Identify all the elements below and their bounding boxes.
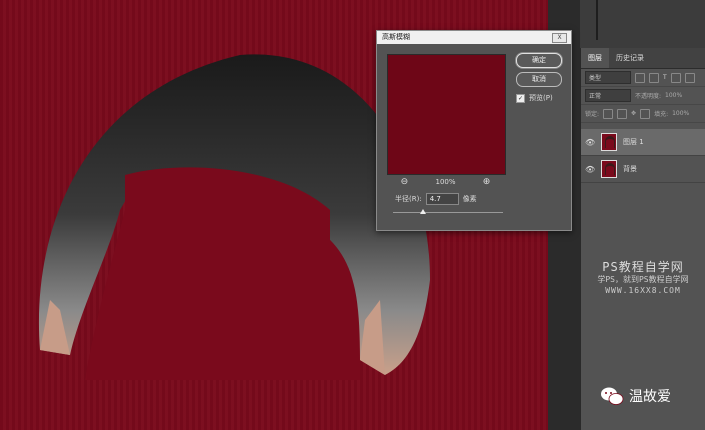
lock-label: 锁定: (585, 111, 600, 118)
layers-panel: 图层 历史记录 类型 T 正常 不透明度: 100% 锁定: ✥ 填充: 100… (580, 48, 705, 430)
adjust-filter-icon[interactable] (649, 72, 659, 83)
tab-layers[interactable]: 图层 (581, 48, 609, 68)
radius-input[interactable]: 4.7 (425, 193, 459, 205)
pixel-filter-icon[interactable] (635, 72, 645, 83)
smart-filter-icon[interactable] (684, 72, 695, 83)
panel-tabs: 图层 历史记录 (581, 48, 705, 69)
wechat-icon (601, 387, 624, 405)
slider-thumb[interactable] (419, 209, 426, 214)
close-button[interactable]: X (552, 33, 567, 43)
cancel-button[interactable]: 取消 (516, 72, 562, 87)
lock-all-icon[interactable] (640, 108, 651, 119)
lock-move-icon[interactable]: ✥ (631, 110, 636, 117)
watermark-url: WWW.16XX8.COM (605, 286, 681, 295)
fill-value[interactable]: 100% (672, 110, 689, 117)
radius-label: 半径(R): (395, 195, 422, 203)
zoom-in-icon[interactable]: ⊕ (483, 177, 491, 187)
zoom-row: ⊖ 100% ⊕ (387, 177, 504, 187)
wechat-badge: 温故爱 (600, 386, 671, 406)
ok-button[interactable]: 确定 (516, 53, 562, 68)
blend-mode-select[interactable]: 正常 (585, 89, 631, 102)
filter-row: 类型 T (581, 69, 705, 87)
divider (596, 0, 598, 40)
layer-thumbnail (601, 133, 617, 151)
dialog-title-text: 高斯模糊 (382, 33, 410, 41)
layer-name: 图层 1 (623, 138, 644, 146)
preview-checkbox[interactable]: ✓ (516, 93, 525, 103)
tab-history[interactable]: 历史记录 (609, 48, 651, 68)
radius-slider[interactable] (393, 209, 503, 214)
opacity-value[interactable]: 100% (665, 92, 682, 99)
zoom-out-icon[interactable]: ⊖ (401, 177, 409, 187)
watermark-title: PS教程自学网 (602, 260, 684, 274)
blend-row: 正常 不透明度: 100% (581, 87, 705, 105)
radius-row: 半径(R): 4.7 像素 (395, 193, 477, 205)
preview-area[interactable] (387, 54, 506, 175)
layer-row-background[interactable]: 👁 背景 (581, 156, 705, 183)
lock-pixels-icon[interactable] (603, 108, 614, 119)
layer-thumbnail (601, 160, 617, 178)
layer-row-1[interactable]: 👁 图层 1 (581, 129, 705, 156)
preview-checkbox-row[interactable]: ✓ 预览(P) (516, 93, 553, 103)
fill-label: 填充: (654, 111, 669, 118)
eye-icon[interactable]: 👁 (585, 165, 595, 174)
panel-header-area (580, 0, 705, 48)
dialog-title: 高斯模糊 X (377, 31, 571, 44)
opacity-label: 不透明度: (635, 93, 662, 100)
wechat-account: 温故爱 (629, 389, 671, 405)
zoom-level: 100% (435, 178, 456, 186)
watermark-subtitle: 学PS，就到PS教程自学网 (597, 275, 689, 284)
preview-label: 预览(P) (529, 94, 553, 102)
shape-filter-icon[interactable] (670, 72, 681, 83)
text-filter-icon[interactable]: T (663, 74, 667, 81)
gaussian-blur-dialog: 高斯模糊 X ⊖ 100% ⊕ 确定 取消 ✓ 预览(P) 半径(R): 4.7… (376, 30, 572, 231)
eye-icon[interactable]: 👁 (585, 138, 595, 147)
radius-unit: 像素 (462, 195, 477, 203)
lock-brush-icon[interactable] (617, 108, 628, 119)
lock-row: 锁定: ✥ 填充: 100% (581, 105, 705, 123)
filter-select[interactable]: 类型 (585, 71, 631, 84)
layer-name: 背景 (623, 165, 637, 173)
